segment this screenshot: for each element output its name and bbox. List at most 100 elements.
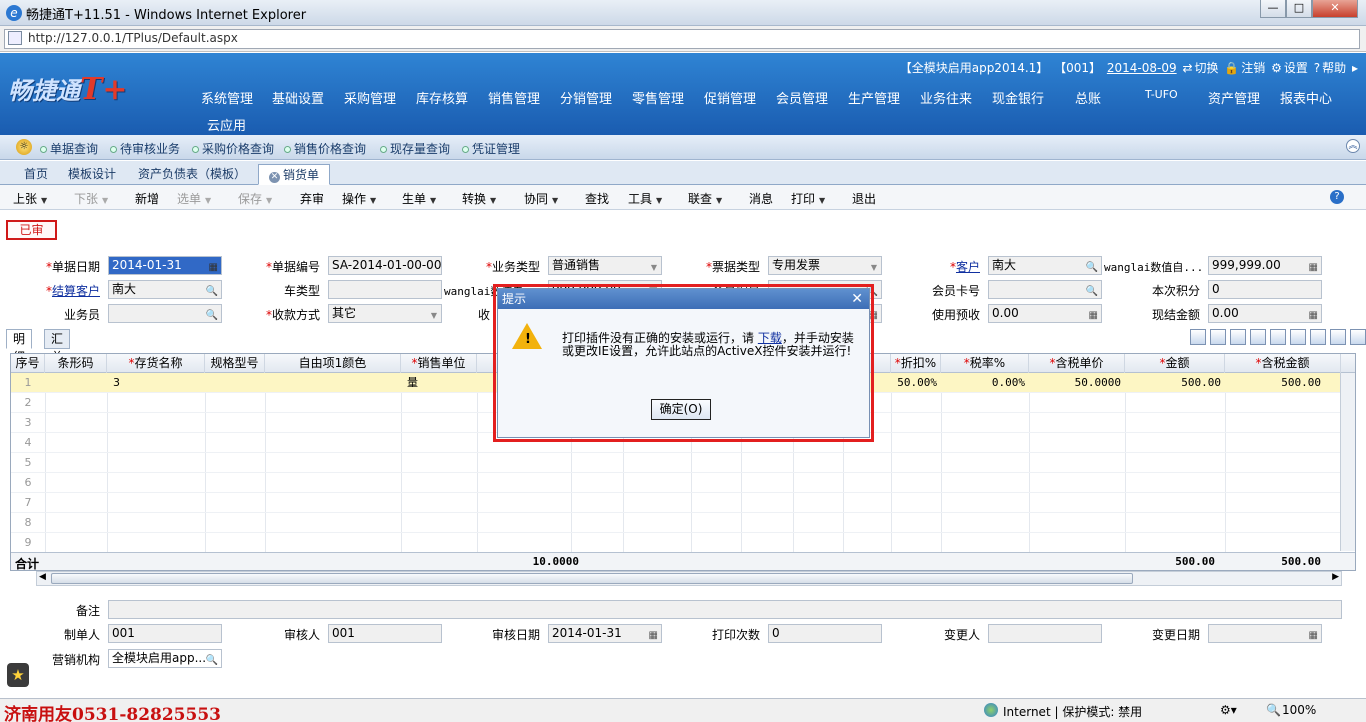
cartype-field[interactable] (328, 280, 442, 299)
menu-item[interactable]: 业务往来 (920, 88, 972, 107)
column-header[interactable]: *折扣% (891, 354, 941, 373)
grid-tool-icon[interactable] (1190, 329, 1206, 345)
grid-tab[interactable]: 明细 (6, 329, 33, 364)
maximize-button[interactable]: □ (1286, 0, 1312, 18)
quick-link[interactable]: 单据查询 (40, 140, 98, 157)
menu-item[interactable]: 系统管理 (201, 88, 253, 107)
menu-item[interactable]: 现金银行 (992, 88, 1044, 107)
table-row[interactable]: 6 (11, 473, 1341, 493)
grid-tool-icon[interactable] (1270, 329, 1286, 345)
customer-label[interactable]: *客户 (884, 258, 980, 275)
grid-tool-icon[interactable] (1350, 329, 1366, 345)
grid-tool-icon[interactable] (1310, 329, 1326, 345)
cell-discount[interactable]: 50.00% (891, 373, 937, 392)
quick-link[interactable]: 待审核业务 (110, 140, 180, 157)
dialog-close-icon[interactable]: ✕ (851, 289, 863, 309)
quick-link[interactable]: 现存量查询 (380, 140, 450, 157)
toolbar-button[interactable]: 上张 ▼ (13, 190, 47, 207)
print-count-field[interactable]: 0 (768, 624, 882, 643)
menu-item[interactable]: 基础设置 (272, 88, 324, 107)
ok-button[interactable]: 确定(O) (651, 399, 711, 420)
toolbar-button[interactable]: 选单 ▼ (177, 190, 211, 207)
column-header[interactable]: *税率% (941, 354, 1029, 373)
org-field[interactable]: 全模块启用app... 🔍 (108, 649, 222, 668)
audit-date-field[interactable]: 2014-01-31 ▦ (548, 624, 662, 643)
toolbar-button[interactable]: 转换 ▼ (462, 190, 496, 207)
member-card-field[interactable]: 🔍 (988, 280, 1102, 299)
cell-tax[interactable]: 0.00% (941, 373, 1025, 392)
zoom-level[interactable]: 100% (1282, 703, 1316, 717)
settle-customer-field[interactable]: 南大 🔍 (108, 280, 222, 299)
switch-link[interactable]: 切换 (1195, 61, 1219, 75)
menu-item[interactable]: 报表中心 (1280, 88, 1332, 107)
pay-select[interactable]: 其它 ▼ (328, 304, 442, 323)
change-date-field[interactable]: ▦ (1208, 624, 1322, 643)
clerk-field[interactable]: 🔍 (108, 304, 222, 323)
invtype-select[interactable]: 专用发票 ▼ (768, 256, 882, 275)
menu-item[interactable]: 库存核算 (416, 88, 468, 107)
scroll-left-icon[interactable]: ◀ (39, 572, 46, 582)
grid-tool-icon[interactable] (1330, 329, 1346, 345)
toolbar-button[interactable]: 联查 ▼ (688, 190, 722, 207)
grid-horizontal-scrollbar[interactable]: ◀ ▶ (36, 571, 1342, 586)
table-row[interactable]: 8 (11, 513, 1341, 533)
cell-unit[interactable]: 量 (407, 373, 418, 392)
download-link[interactable]: 下载 (758, 331, 782, 345)
quick-link[interactable]: 采购价格查询 (192, 140, 274, 157)
minimize-button[interactable]: — (1260, 0, 1286, 18)
date-field[interactable]: 2014-01-31 ▦ (108, 256, 222, 275)
scroll-right-icon[interactable]: ▶ (1332, 572, 1339, 582)
login-date[interactable]: 2014-08-09 (1107, 61, 1177, 75)
biztype-select[interactable]: 普通销售 ▼ (548, 256, 662, 275)
cell-amount[interactable]: 500.00 (1125, 373, 1221, 392)
code-field[interactable]: SA-2014-01-00-00... (328, 256, 442, 275)
tab-4[interactable]: ✕ 销货单 (258, 164, 331, 185)
settings-link[interactable]: 设置 (1284, 61, 1308, 75)
column-header[interactable]: 自由项1颜色 (265, 354, 401, 373)
grid-tool-icon[interactable] (1210, 329, 1226, 345)
tab-3[interactable]: 资产负债表（模板） (128, 164, 256, 185)
toolbar-button[interactable]: 生单 ▼ (402, 190, 436, 207)
points-field[interactable]: 0 (1208, 280, 1322, 299)
table-row[interactable]: 9 (11, 533, 1341, 553)
auditor-field[interactable]: 001 (328, 624, 442, 643)
toolbar-button[interactable]: 弃审 (300, 190, 324, 207)
toolbar-button[interactable]: 打印 ▼ (791, 190, 825, 207)
close-window-button[interactable]: ✕ (1312, 0, 1358, 18)
menu-item[interactable]: 资产管理 (1208, 88, 1260, 107)
table-row[interactable]: 7 (11, 493, 1341, 513)
cell-price[interactable]: 50.0000 (1029, 373, 1121, 392)
collapse-icon[interactable]: ︽ (1346, 139, 1360, 153)
logout-link[interactable]: 注销 (1241, 61, 1265, 75)
maker-field[interactable]: 001 (108, 624, 222, 643)
toolbar-button[interactable]: 下张 ▼ (74, 190, 108, 207)
grid-tool-icon[interactable] (1290, 329, 1306, 345)
toolbar-button[interactable]: 退出 (852, 190, 876, 207)
menu-toggle-icon[interactable]: ▸ (1352, 61, 1358, 75)
toolbar-button[interactable]: 消息 (749, 190, 773, 207)
menu-item[interactable]: 促销管理 (704, 88, 756, 107)
grid-vertical-scrollbar[interactable] (1340, 373, 1355, 551)
menu-item[interactable]: 生产管理 (848, 88, 900, 107)
menu-item[interactable]: 总账 (1075, 88, 1101, 107)
help-icon[interactable]: ? (1330, 190, 1344, 204)
cell-name[interactable]: 3 (113, 373, 120, 392)
scroll-thumb[interactable] (51, 573, 1133, 584)
column-header[interactable]: *含税金额 (1225, 354, 1341, 373)
menu-item[interactable]: 会员管理 (776, 88, 828, 107)
toolbar-button[interactable]: 新增 (135, 190, 159, 207)
grid-tool-icon[interactable] (1250, 329, 1266, 345)
wl-field[interactable]: 999,999.00 ▦ (1208, 256, 1322, 275)
column-header[interactable]: *销售单位 (401, 354, 477, 373)
toolbar-button[interactable]: 保存 ▼ (238, 190, 272, 207)
toolbar-button[interactable]: 操作 ▼ (342, 190, 376, 207)
tab-2[interactable]: 模板设计 (58, 164, 126, 185)
settle-customer-label[interactable]: *结算客户 (4, 282, 100, 299)
grid-tool-icon[interactable] (1230, 329, 1246, 345)
remark-field[interactable] (108, 600, 1342, 619)
prepay-field[interactable]: 0.00 ▦ (988, 304, 1102, 323)
grid-tab[interactable]: 汇总 (44, 329, 71, 364)
tab-1[interactable]: 首页 (14, 164, 58, 185)
quick-link[interactable]: 销售价格查询 (284, 140, 366, 157)
menu-item[interactable]: 云应用 (207, 115, 246, 134)
